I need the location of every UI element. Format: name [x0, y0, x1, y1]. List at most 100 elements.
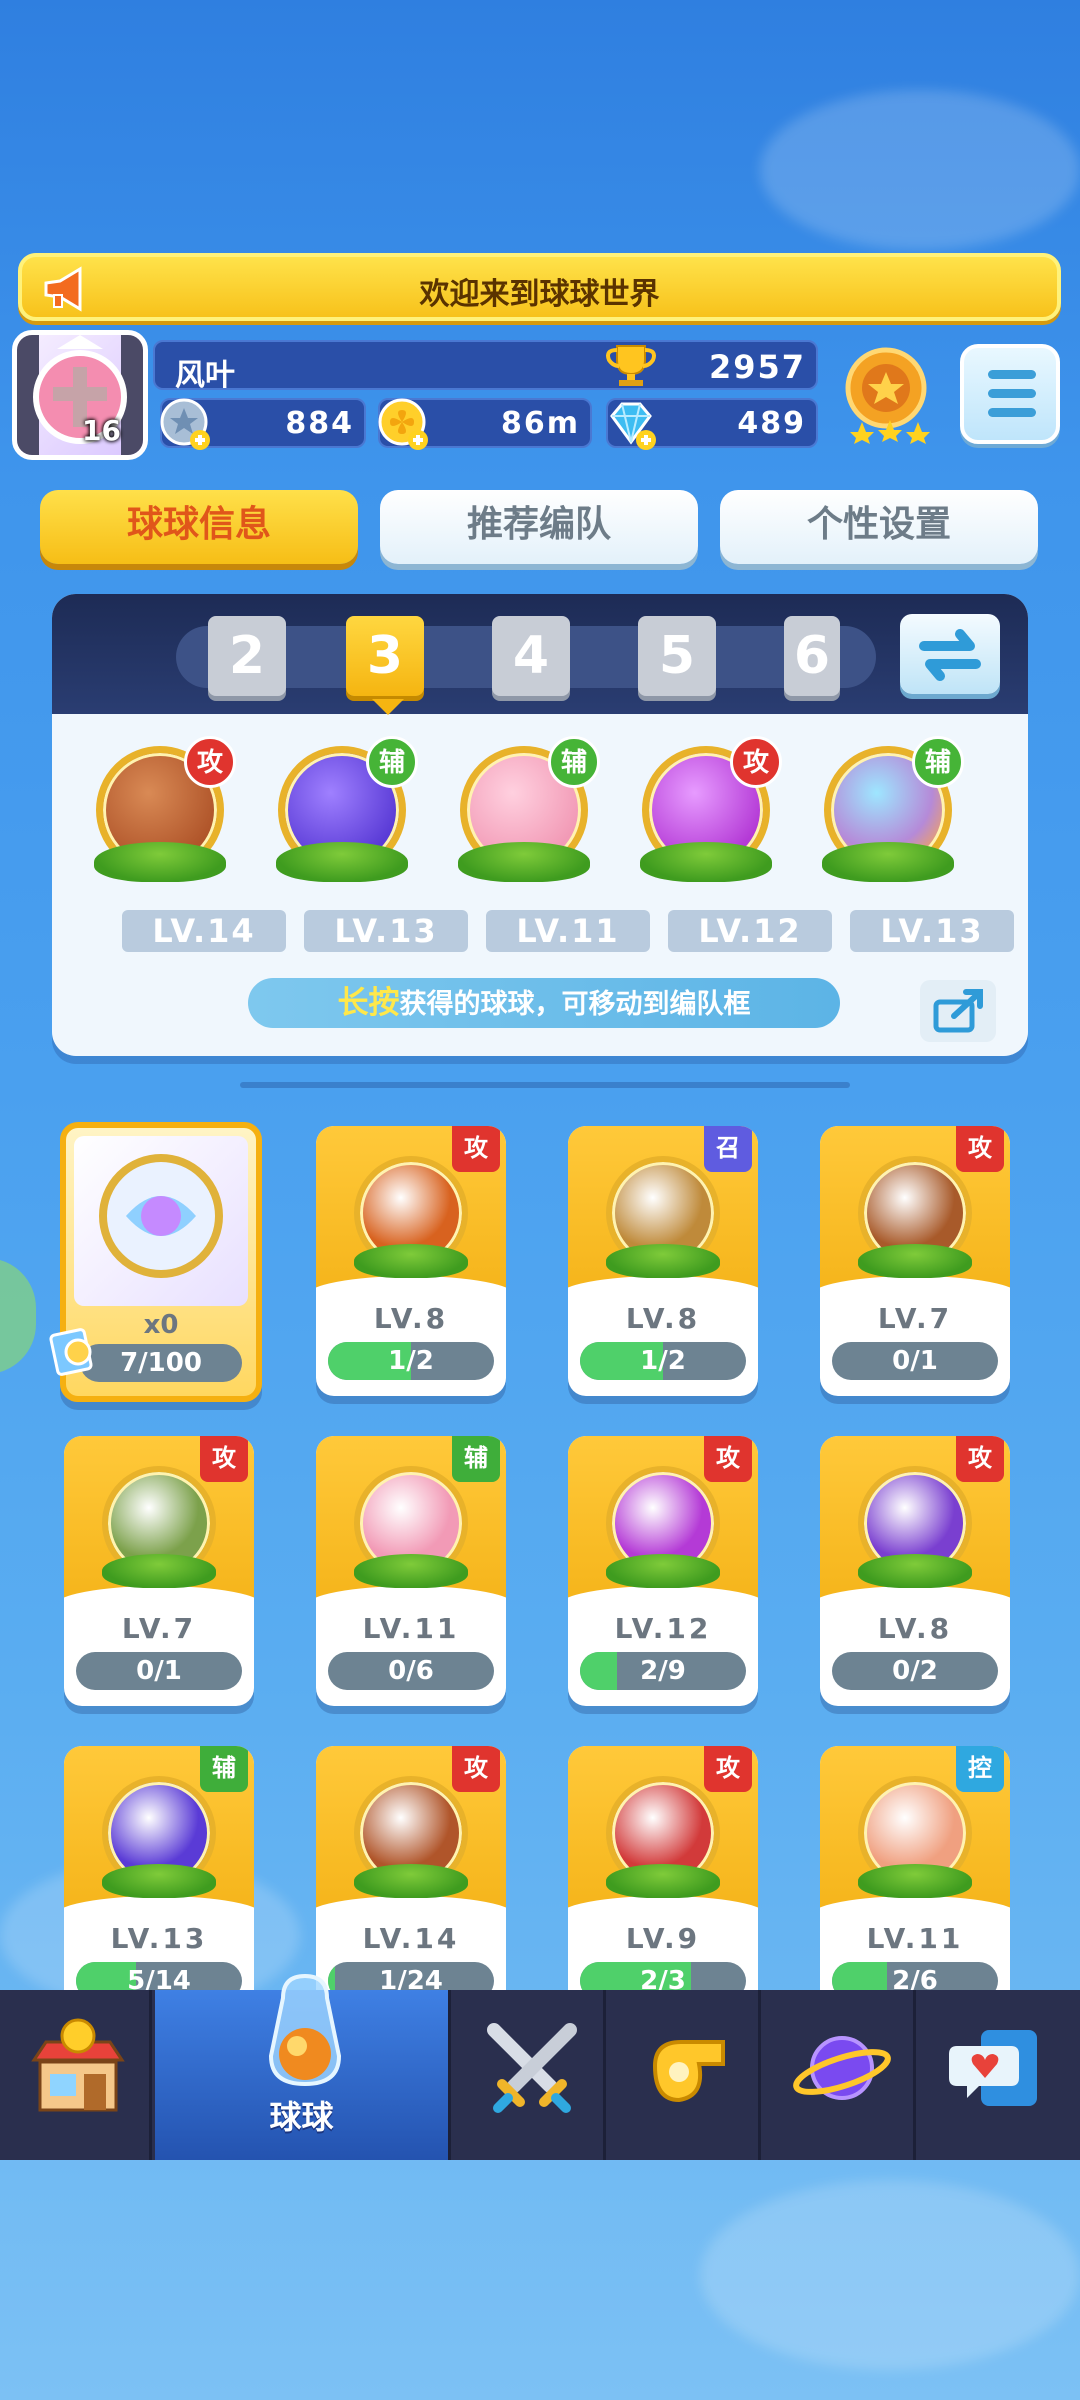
swap-arrows-icon [919, 629, 981, 681]
banner-text: 欢迎来到球球世界 [419, 277, 660, 312]
ball-card[interactable]: 攻 LV.9 2/3 [568, 1746, 758, 2016]
team-slot-4[interactable]: 4 [492, 616, 570, 696]
side-drawer-tab[interactable] [0, 1258, 36, 1374]
ball-level: LV.8 [373, 1302, 449, 1335]
team-slot-2[interactable]: 2 [208, 616, 286, 696]
ball-card[interactable]: 攻 LV.8 1/2 [316, 1126, 506, 1396]
bottom-nav: 球球 [0, 1973, 1080, 2160]
nav-balls-label: 球球 [269, 2098, 334, 2136]
nav-whistle[interactable] [609, 1990, 761, 2160]
role-badge: 控 [956, 1746, 1004, 1792]
section-divider [240, 1082, 850, 1088]
rank-badge-icon[interactable] [838, 344, 934, 444]
diamond-resource[interactable]: 489 [606, 398, 818, 450]
announcement-banner[interactable]: 欢迎来到球球世界 [18, 253, 1061, 321]
progress-text: 0/1 [892, 1346, 938, 1376]
role-badge: 攻 [452, 1126, 500, 1172]
upgrade-progress-bar: 0/2 [832, 1652, 998, 1690]
nav-battle[interactable] [454, 1990, 606, 2160]
leaf-decoration [102, 1554, 216, 1588]
clover-coin-resource[interactable]: 86m [378, 398, 592, 450]
team-ball-level: LV.12 [668, 910, 832, 952]
progress-text: 0/1 [136, 1656, 182, 1686]
team-ball-3[interactable]: 辅 [452, 736, 600, 892]
leaf-decoration [354, 1554, 468, 1588]
role-badge: 辅 [452, 1436, 500, 1482]
diamond-value: 489 [737, 406, 806, 441]
nav-shop[interactable] [0, 1990, 152, 2160]
team-slot-6[interactable]: 6 [784, 616, 840, 696]
ball-level: LV.14 [362, 1922, 460, 1955]
ball-level: LV.9 [625, 1922, 701, 1955]
menu-line [988, 408, 1036, 417]
upgrade-progress-bar: 0/6 [328, 1652, 494, 1690]
player-name: 风叶 [175, 358, 235, 393]
team-ball-1[interactable]: 攻 [88, 736, 236, 892]
team-ball-level: LV.13 [304, 910, 468, 952]
menu-button[interactable] [960, 344, 1060, 444]
star-coin-resource[interactable]: 884 [160, 398, 366, 450]
leaf-decoration [354, 1864, 468, 1898]
card-pack-icon [49, 1328, 93, 1376]
share-icon [933, 989, 983, 1033]
role-badge: 攻 [730, 736, 782, 788]
ball-card[interactable]: 攻 LV.12 2/9 [568, 1436, 758, 1706]
role-badge: 召 [704, 1126, 752, 1172]
team-ball-5[interactable]: 辅 [816, 736, 964, 892]
progress-text: 1/2 [640, 1346, 686, 1376]
team-ball-level: LV.13 [850, 910, 1014, 952]
long-press-hint: 长按获得的球球，可移动到编队框 [248, 978, 840, 1028]
ball-card[interactable]: 攻 LV.7 0/1 [820, 1126, 1010, 1396]
leaf-decoration [276, 842, 408, 882]
team-slot-3[interactable]: 3 [346, 616, 424, 696]
share-button[interactable] [920, 980, 996, 1042]
ball-card[interactable]: 攻 LV.8 0/2 [820, 1436, 1010, 1706]
swap-team-button[interactable] [900, 614, 1000, 694]
whistle-icon [652, 2040, 725, 2103]
clover-coin-plus-icon [378, 398, 428, 450]
clover-coin-value: 86m [500, 406, 580, 441]
role-badge: 攻 [452, 1746, 500, 1792]
chat-heart-icon [949, 2030, 1037, 2106]
nav-planet[interactable] [764, 1990, 916, 2160]
role-badge: 攻 [184, 736, 236, 788]
ball-card[interactable]: 召 LV.8 1/2 [568, 1126, 758, 1396]
progress-text: 2/9 [640, 1656, 686, 1686]
team-ball-2[interactable]: 辅 [270, 736, 418, 892]
cloud-decoration [700, 2180, 1080, 2370]
star-coin-plus-icon [160, 398, 210, 450]
leaf-decoration [858, 1244, 972, 1278]
ball-card[interactable]: 控 LV.11 2/6 [820, 1746, 1010, 2016]
upgrade-progress-bar: 0/1 [76, 1652, 242, 1690]
leaf-decoration [606, 1554, 720, 1588]
ball-level: LV.11 [362, 1612, 460, 1645]
nav-balls[interactable]: 球球 [155, 1973, 451, 2160]
leaf-decoration [102, 1864, 216, 1898]
ball-card[interactable]: 攻 LV.7 0/1 [64, 1436, 254, 1706]
tab-recommended-team[interactable]: 推荐编队 [380, 490, 698, 564]
role-badge: 辅 [200, 1746, 248, 1792]
progress-text: 0/6 [388, 1656, 434, 1686]
diamond-plus-icon [610, 402, 656, 450]
role-badge: 辅 [912, 736, 964, 788]
ball-card[interactable]: 辅 LV.11 0/6 [316, 1436, 506, 1706]
cloud-decoration [760, 90, 1080, 250]
menu-line [988, 370, 1036, 379]
team-ball-level: LV.14 [122, 910, 286, 952]
player-avatar[interactable] [12, 330, 148, 460]
avatar-level: 16 [82, 414, 121, 447]
ball-card[interactable]: 辅 LV.13 5/14 [64, 1746, 254, 2016]
ball-level: LV.12 [614, 1612, 712, 1645]
avatar-portrait-icon [17, 335, 143, 455]
upgrade-progress-bar: 1/2 [328, 1342, 494, 1380]
tab-ball-info[interactable]: 球球信息 [40, 490, 358, 564]
team-slot-5[interactable]: 5 [638, 616, 716, 696]
leaf-decoration [354, 1244, 468, 1278]
leaf-decoration [858, 1554, 972, 1588]
team-ball-4[interactable]: 攻 [634, 736, 782, 892]
progress-text: 1/2 [388, 1346, 434, 1376]
nav-social[interactable] [919, 1990, 1071, 2160]
mystery-ball-image [74, 1136, 248, 1306]
tab-personal-settings[interactable]: 个性设置 [720, 490, 1038, 564]
role-badge: 攻 [704, 1746, 752, 1792]
